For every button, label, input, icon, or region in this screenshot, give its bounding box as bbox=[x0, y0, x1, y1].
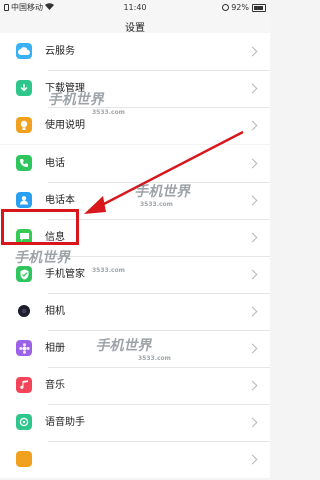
alarm-icon bbox=[222, 4, 230, 11]
settings-item-label: 语音助手 bbox=[45, 417, 85, 428]
phone-icon bbox=[16, 155, 32, 171]
app-icon bbox=[16, 451, 32, 467]
settings-item-label: 相册 bbox=[45, 343, 65, 354]
chevron-right-icon bbox=[247, 195, 258, 206]
chevron-right-icon bbox=[247, 158, 258, 169]
battery-percent: 92% bbox=[231, 3, 249, 12]
settings-item-user-guide[interactable]: 使用说明 bbox=[0, 107, 270, 144]
settings-item-camera[interactable]: 相机 bbox=[0, 293, 270, 330]
shield-icon bbox=[16, 266, 32, 282]
settings-item-phone-manager[interactable]: 手机管家 bbox=[0, 256, 270, 293]
chevron-right-icon bbox=[247, 120, 258, 131]
music-icon bbox=[16, 377, 32, 393]
bulb-icon bbox=[16, 117, 32, 133]
settings-item-cloud-service[interactable]: 云服务 bbox=[0, 33, 270, 70]
cloud-service-icon bbox=[16, 43, 32, 59]
battery-icon bbox=[252, 3, 266, 12]
settings-item-label: 下载管理 bbox=[45, 83, 85, 94]
settings-item-music[interactable]: 音乐 bbox=[0, 367, 270, 404]
settings-item-label: 相机 bbox=[45, 306, 65, 317]
download-icon bbox=[16, 80, 32, 96]
settings-group-top: 云服务 下载管理 使用说明 bbox=[0, 33, 270, 144]
chevron-right-icon bbox=[247, 46, 258, 57]
gallery-icon bbox=[16, 340, 32, 356]
settings-item-gallery[interactable]: 相册 bbox=[0, 330, 270, 367]
contacts-icon bbox=[16, 192, 32, 208]
chevron-right-icon bbox=[247, 380, 258, 391]
settings-item-label: 手机管家 bbox=[45, 269, 85, 280]
settings-item-label: 音乐 bbox=[45, 380, 65, 391]
chevron-right-icon bbox=[247, 454, 258, 465]
settings-item-label: 使用说明 bbox=[45, 120, 85, 131]
highlight-box bbox=[1, 209, 79, 245]
settings-item-label: 电话 bbox=[45, 158, 65, 169]
status-right: 92% bbox=[222, 0, 266, 15]
chevron-right-icon bbox=[247, 232, 258, 243]
settings-group-apps: 电话 电话本 信息 手机管家 相机 相册 音乐 语音助手 bbox=[0, 145, 270, 478]
settings-item-voice-assistant[interactable]: 语音助手 bbox=[0, 404, 270, 441]
chevron-right-icon bbox=[247, 306, 258, 317]
settings-item-download-manager[interactable]: 下载管理 bbox=[0, 70, 270, 107]
chevron-right-icon bbox=[247, 343, 258, 354]
chevron-right-icon bbox=[247, 83, 258, 94]
settings-item-partial[interactable] bbox=[0, 441, 270, 478]
voice-assistant-icon bbox=[16, 414, 32, 430]
chevron-right-icon bbox=[247, 269, 258, 280]
status-bar: 中国移动 11:40 92% bbox=[0, 0, 270, 15]
camera-icon bbox=[16, 303, 32, 319]
settings-item-phone[interactable]: 电话 bbox=[0, 145, 270, 182]
chevron-right-icon bbox=[247, 417, 258, 428]
settings-item-label: 云服务 bbox=[45, 46, 75, 57]
